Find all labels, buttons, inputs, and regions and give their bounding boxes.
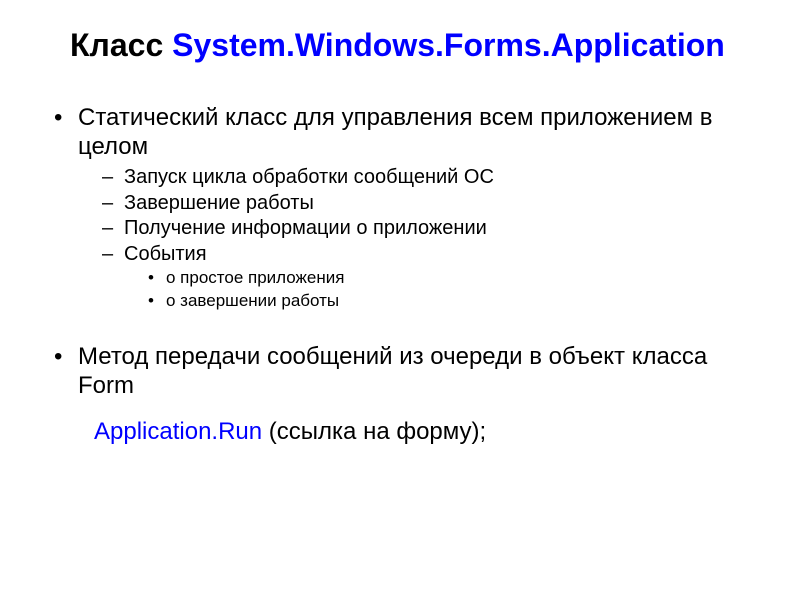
bullet-text: Метод передачи сообщений из очереди в об… (78, 343, 707, 398)
sub-sub-list: о простое приложения о завершении работы (124, 267, 750, 313)
list-item: События о простое приложения о завершени… (98, 242, 750, 313)
code-line: Application.Run (ссылка на форму); (50, 418, 750, 446)
bullet-text: Получение информации о приложении (124, 217, 487, 239)
list-item: Запуск цикла обработки сообщений ОС (98, 165, 750, 191)
bullet-text: События (124, 243, 207, 265)
title-prefix: Класс (70, 27, 172, 63)
list-item: о простое приложения (144, 267, 750, 290)
bullet-text: о завершении работы (166, 291, 339, 310)
slide: Класс System.Windows.Forms.Application С… (0, 0, 800, 600)
bullet-text: Завершение работы (124, 192, 314, 214)
list-item: Завершение работы (98, 191, 750, 217)
list-item: о завершении работы (144, 290, 750, 313)
list-item: Получение информации о приложении (98, 216, 750, 242)
list-item: Статический класс для управления всем пр… (50, 104, 750, 313)
title-classname: System.Windows.Forms.Application (172, 27, 725, 63)
bullet-text: Статический класс для управления всем пр… (78, 104, 713, 159)
slide-title: Класс System.Windows.Forms.Application (50, 26, 750, 64)
bullet-list: Метод передачи сообщений из очереди в об… (50, 343, 750, 400)
code-arg: (ссылка на форму); (269, 418, 486, 445)
spacer (50, 319, 750, 343)
sub-list: Запуск цикла обработки сообщений ОС Заве… (78, 165, 750, 313)
list-item: Метод передачи сообщений из очереди в об… (50, 343, 750, 400)
bullet-text: Запуск цикла обработки сообщений ОС (124, 166, 494, 188)
bullet-list: Статический класс для управления всем пр… (50, 104, 750, 313)
bullet-text: о простое приложения (166, 268, 344, 287)
code-call: Application.Run (94, 418, 269, 445)
